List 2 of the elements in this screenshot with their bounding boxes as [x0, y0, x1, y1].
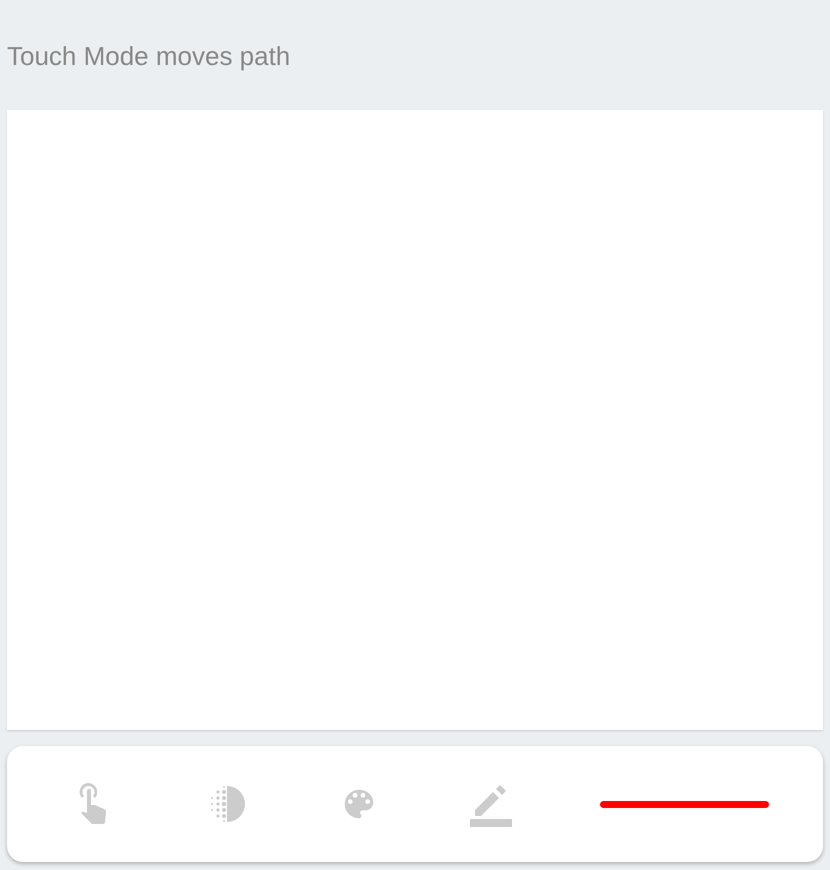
drawing-canvas[interactable]	[7, 110, 823, 730]
status-text: Touch Mode moves path	[7, 40, 290, 72]
